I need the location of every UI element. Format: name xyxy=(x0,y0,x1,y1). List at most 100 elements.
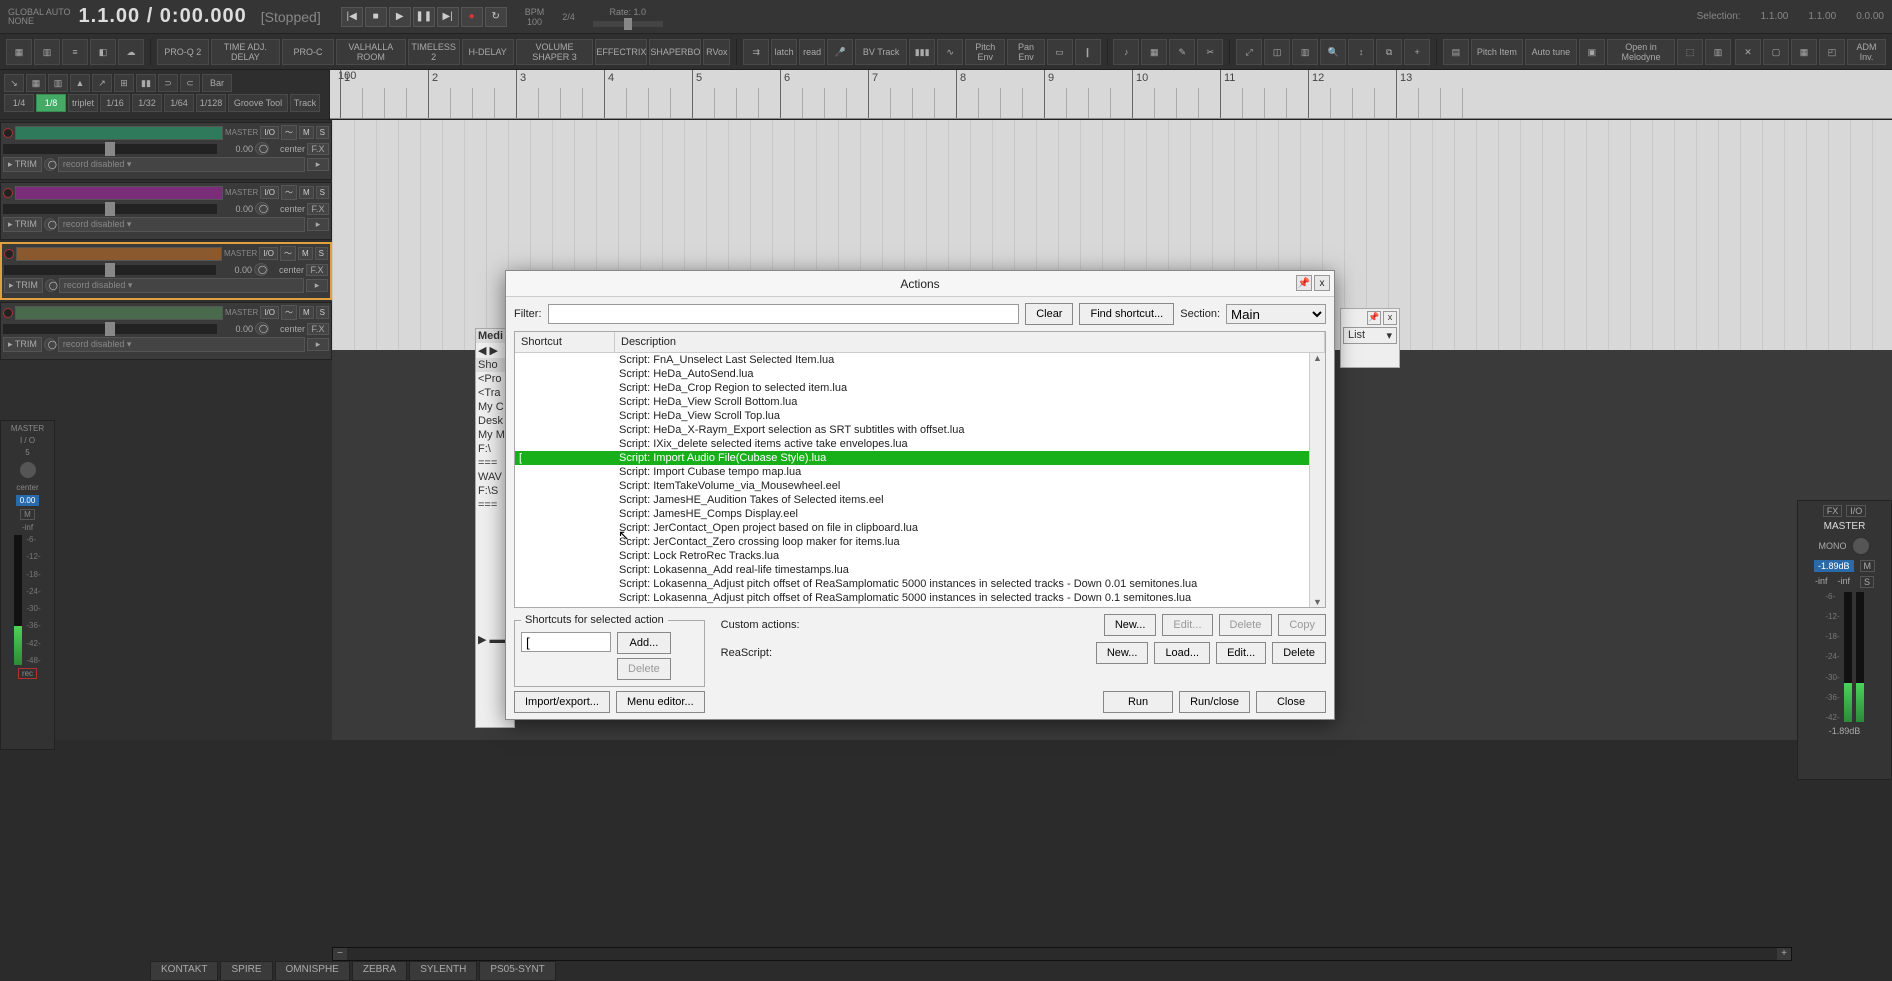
track-name-field[interactable] xyxy=(15,186,223,200)
grid-1-4[interactable]: 1/4 xyxy=(4,94,34,112)
tool-icon[interactable]: ▣ xyxy=(1579,39,1605,65)
close-icon[interactable]: x xyxy=(1383,311,1397,325)
track-panel[interactable]: MASTERI/O〜MS0.00◯centerF.X▸ TRIM◯record … xyxy=(0,302,332,360)
action-row[interactable]: Script: HeDa_Crop Region to selected ite… xyxy=(515,381,1325,395)
fx-valhalla-button[interactable]: VALHALLA ROOM xyxy=(336,39,406,65)
action-row[interactable]: Script: Lokasenna_Adjust pitch offset of… xyxy=(515,577,1325,591)
master-mute-button[interactable]: M xyxy=(1860,560,1876,572)
adm-inv-button[interactable]: ADM Inv. xyxy=(1847,39,1886,65)
action-row[interactable]: Script: JerContact_Open project based on… xyxy=(515,521,1325,535)
dock-tab[interactable]: OMNISPHE xyxy=(275,961,350,981)
pin-icon[interactable]: 📌 xyxy=(1367,311,1381,325)
dock-tab[interactable]: ZEBRA xyxy=(352,961,407,981)
selection-start[interactable]: 1.1.00 xyxy=(1761,11,1789,22)
zoom-out-button[interactable]: − xyxy=(333,948,347,960)
track-fx-button[interactable]: F.X xyxy=(307,203,329,215)
bpm-block[interactable]: BPM 100 xyxy=(525,7,545,27)
fx-volshaper-button[interactable]: VOLUME SHAPER 3 xyxy=(516,39,594,65)
run-close-button[interactable]: Run/close xyxy=(1179,691,1250,713)
track-mute-button[interactable]: M xyxy=(299,186,314,199)
tool-icon[interactable]: + xyxy=(1404,39,1430,65)
tool-icon[interactable]: ▤ xyxy=(1443,39,1469,65)
col-description[interactable]: Description xyxy=(615,332,1325,352)
timesig-value[interactable]: 2/4 xyxy=(562,12,575,22)
pitch-env-button[interactable]: Pitch Env xyxy=(965,39,1005,65)
transport-position[interactable]: 1.1.00 / 0:00.000 xyxy=(79,5,247,28)
action-row[interactable]: Script: Lokasenna_Adjust pitch offset of… xyxy=(515,605,1325,607)
track-solo-button[interactable]: S xyxy=(316,306,329,319)
menu-editor-button[interactable]: Menu editor... xyxy=(616,691,705,713)
autotune-button[interactable]: Auto tune xyxy=(1525,39,1577,65)
grid-1-8[interactable]: 1/8 xyxy=(36,94,66,112)
action-row[interactable]: Script: Import Cubase tempo map.lua xyxy=(515,465,1325,479)
close-icon[interactable]: x xyxy=(1314,275,1330,291)
tool-icon[interactable]: ⧉ xyxy=(1376,39,1402,65)
auto-read-button[interactable]: read xyxy=(799,39,825,65)
track-volume-slider[interactable] xyxy=(3,144,217,154)
dock-tab[interactable]: SPIRE xyxy=(220,961,272,981)
reascript-edit-button[interactable]: Edit... xyxy=(1216,642,1266,664)
track-solo-button[interactable]: S xyxy=(316,186,329,199)
play-button[interactable]: ▶ xyxy=(389,7,411,27)
run-button[interactable]: Run xyxy=(1103,691,1173,713)
track-recfx-button[interactable]: ▸ xyxy=(307,218,329,231)
groove-tool-button[interactable]: Groove Tool xyxy=(228,94,288,112)
track-auto-button[interactable]: ◯ xyxy=(44,218,56,231)
track-trim-button[interactable]: ▸ TRIM xyxy=(4,278,43,293)
track-io-button[interactable]: I/O xyxy=(260,306,279,319)
fx-rvox-button[interactable]: RVox xyxy=(703,39,730,65)
action-row[interactable]: Script: Lokasenna_Add real-life timestam… xyxy=(515,563,1325,577)
tool-icon[interactable]: ↕ xyxy=(1348,39,1374,65)
selected-shortcut-box[interactable] xyxy=(521,632,611,652)
dock-tab[interactable]: SYLENTH xyxy=(409,961,477,981)
pan-env-button[interactable]: Pan Env xyxy=(1007,39,1044,65)
fx-timeless-button[interactable]: TIMELESS 2 xyxy=(408,39,460,65)
tool-icon[interactable]: ▥ xyxy=(1292,39,1318,65)
track-io-button[interactable]: I/O xyxy=(260,186,279,199)
mixer-rec-button[interactable]: rec xyxy=(18,668,37,679)
master-solo-button[interactable]: S xyxy=(1860,576,1874,588)
master-vol-value[interactable]: -1.89dB xyxy=(1814,560,1854,572)
col-shortcut[interactable]: Shortcut xyxy=(515,332,615,352)
toolbar-icon[interactable]: ▥ xyxy=(34,39,60,65)
track-recfx-button[interactable]: ▸ xyxy=(307,338,329,351)
track-auto-button[interactable]: ◯ xyxy=(44,338,56,351)
custom-edit-button[interactable]: Edit... xyxy=(1162,614,1212,636)
arrange-hscrollbar[interactable]: − + xyxy=(332,947,1792,961)
actions-titlebar[interactable]: Actions 📌 x xyxy=(506,271,1334,297)
snap-tool-icon[interactable]: ⊃ xyxy=(158,74,178,92)
snap-tool-icon[interactable]: ↘ xyxy=(4,74,24,92)
tool-icon[interactable]: ◰ xyxy=(1819,39,1845,65)
reascript-load-button[interactable]: Load... xyxy=(1154,642,1210,664)
action-row[interactable]: [Script: Import Audio File(Cubase Style)… xyxy=(515,451,1325,465)
record-arm-button[interactable] xyxy=(3,308,13,318)
master-pan-knob[interactable] xyxy=(1851,536,1871,556)
mixer-io-label[interactable]: I / O xyxy=(20,436,35,445)
grid-1-32[interactable]: 1/32 xyxy=(132,94,162,112)
dock-tab[interactable]: KONTAKT xyxy=(150,961,218,981)
tool-icon[interactable]: 🔍 xyxy=(1320,39,1346,65)
tool-icon[interactable]: ◫ xyxy=(1264,39,1290,65)
master-io-button[interactable]: I/O xyxy=(1846,505,1866,517)
bv-track-button[interactable]: BV Track xyxy=(855,39,907,65)
track-pan-knob[interactable]: ◯ xyxy=(255,322,269,335)
toolbar-icon[interactable]: ≡ xyxy=(62,39,88,65)
tool-icon[interactable]: ✂ xyxy=(1197,39,1223,65)
rate-slider[interactable] xyxy=(593,21,663,27)
fx-timeadj-button[interactable]: TIME ADJ. DELAY xyxy=(211,39,280,65)
tool-icon[interactable]: ⇉ xyxy=(743,39,769,65)
tool-icon[interactable]: ❙ xyxy=(1075,39,1101,65)
track-fx-button[interactable]: F.X xyxy=(307,143,329,155)
delete-shortcut-button[interactable]: Delete xyxy=(617,658,671,680)
tool-icon[interactable]: ▭ xyxy=(1047,39,1073,65)
track-solo-button[interactable]: S xyxy=(315,247,328,260)
tool-icon[interactable]: ▦ xyxy=(1141,39,1167,65)
filter-input[interactable] xyxy=(548,304,1020,324)
grid-triplet[interactable]: triplet xyxy=(68,94,98,112)
close-button[interactable]: Close xyxy=(1256,691,1326,713)
tool-icon[interactable]: ⤢ xyxy=(1236,39,1262,65)
snap-tool-icon[interactable]: ▲ xyxy=(70,74,90,92)
track-fx-button[interactable]: F.X xyxy=(306,264,328,276)
custom-copy-button[interactable]: Copy xyxy=(1278,614,1326,636)
toolbar-icon[interactable]: ☁ xyxy=(118,39,144,65)
